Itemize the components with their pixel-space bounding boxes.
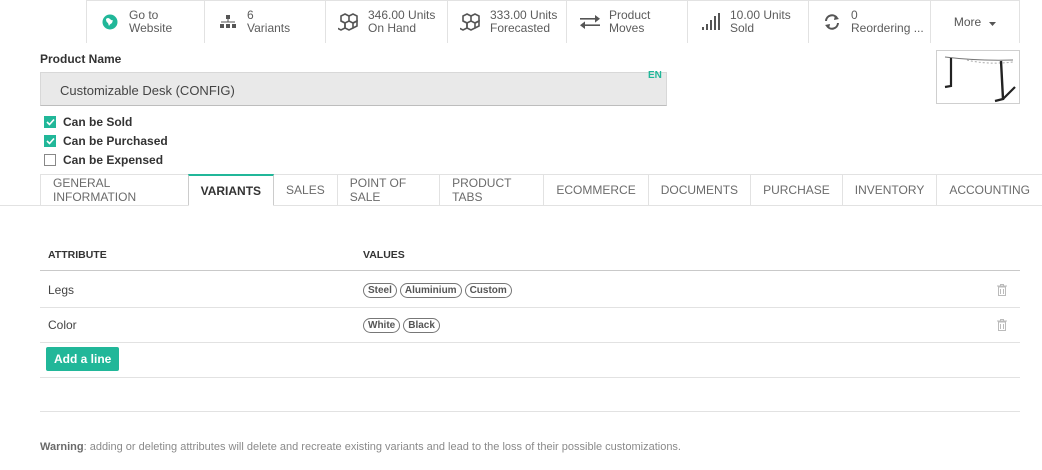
product-image[interactable] [936, 50, 1020, 104]
product-moves-button[interactable]: Product Moves [566, 1, 687, 43]
variants-button[interactable]: 6 Variants [204, 1, 325, 43]
can-be-sold-label: Can be Sold [63, 114, 133, 129]
attribute-column-header[interactable]: Attribute [48, 249, 107, 261]
row-divider [40, 342, 1020, 343]
can-be-expensed-label: Can be Expensed [63, 152, 164, 167]
more-button[interactable]: More [930, 1, 1020, 43]
tab-sales[interactable]: Sales [273, 174, 338, 206]
sold-button[interactable]: 10.00 Units Sold [687, 1, 808, 43]
product-options: Can be Sold Can be Purchased Can be Expe… [44, 112, 168, 169]
trash-icon[interactable] [997, 319, 1007, 331]
product-name-label: Product Name [40, 52, 122, 66]
can-be-expensed-checkbox[interactable] [44, 153, 56, 166]
row-divider [40, 377, 1020, 378]
notebook-tabs: General Information Variants Sales Point… [40, 174, 1042, 206]
value-tag: Aluminium [399, 283, 462, 298]
value-tag: Steel [363, 283, 397, 298]
language-button[interactable]: EN [648, 70, 662, 81]
website-button-label: Website [129, 21, 173, 35]
add-line-button[interactable]: Add a line [46, 347, 120, 371]
website-button[interactable]: Go to Website [86, 1, 204, 43]
smart-button-bar: Go to Website 6 Variants 346.00 Units On Ha… [86, 0, 1020, 43]
caret-down-icon [989, 15, 997, 29]
warning-text: : adding or deleting attributes will del… [83, 441, 681, 453]
globe-icon [97, 9, 123, 35]
tab-purchase[interactable]: Purchase [750, 174, 843, 206]
can-be-sold-row: Can be Sold [44, 112, 168, 131]
values-cell[interactable]: Steel Aluminium Custom [363, 283, 515, 298]
reordering-button[interactable]: 0 Reordering ... [808, 1, 930, 43]
values-column-header[interactable]: Values [363, 249, 405, 261]
on-hand-button[interactable]: 346.00 Units On Hand [325, 1, 447, 43]
exchange-icon [577, 9, 603, 35]
value-tag: Custom [464, 283, 512, 298]
product-name-field[interactable]: Customizable Desk (CONFIG) [40, 72, 667, 106]
can-be-purchased-label: Can be Purchased [63, 133, 168, 148]
tab-ecommerce[interactable]: eCommerce [543, 174, 649, 206]
tab-variants[interactable]: Variants [187, 174, 275, 206]
desk-image [944, 56, 1016, 103]
can-be-purchased-row: Can be Purchased [44, 131, 168, 150]
tab-inventory[interactable]: Inventory [841, 174, 938, 206]
variants-warning: Warning: adding or deleting attributes w… [40, 441, 681, 453]
product-moves-label: Moves [609, 21, 645, 35]
signal-icon [698, 9, 724, 35]
variants-icon [215, 9, 241, 35]
on-hand-label: On Hand [368, 21, 417, 35]
can-be-expensed-row: Can be Expensed [44, 150, 168, 169]
attribute-cell[interactable]: Legs [48, 283, 74, 297]
table-header-divider [40, 270, 1020, 271]
values-cell[interactable]: White Black [363, 318, 443, 333]
row-divider [40, 307, 1020, 308]
value-tag: Black [403, 318, 440, 333]
trash-icon[interactable] [997, 284, 1007, 296]
refresh-icon [819, 9, 845, 35]
warning-prefix: Warning [40, 441, 84, 453]
can-be-purchased-checkbox[interactable] [44, 134, 56, 147]
can-be-sold-checkbox[interactable] [44, 115, 56, 128]
tab-documents[interactable]: Documents [647, 174, 752, 206]
tab-point-of-sale[interactable]: Point of Sale [336, 174, 441, 206]
forecasted-button[interactable]: 333.00 Units Forecasted [447, 1, 566, 43]
reordering-label: Reordering ... [851, 21, 924, 35]
table-footer-divider [40, 411, 1020, 412]
tab-accounting[interactable]: Accounting [936, 174, 1042, 206]
tab-product-tabs[interactable]: Product Tabs [439, 174, 545, 206]
sold-label: Sold [730, 21, 755, 35]
forecasted-label: Forecasted [490, 21, 551, 35]
value-tag: White [363, 318, 401, 333]
cubes-icon [336, 9, 362, 35]
variants-label: Variants [247, 21, 291, 35]
cubes-icon [458, 9, 484, 35]
attribute-cell[interactable]: Color [48, 318, 77, 332]
tab-general-information[interactable]: General Information [40, 174, 189, 206]
more-label: More [953, 15, 982, 29]
